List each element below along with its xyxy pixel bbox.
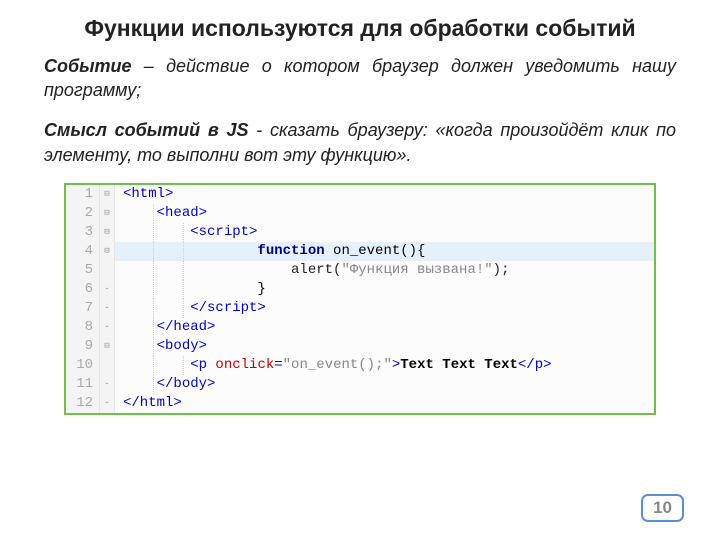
code-row: 1⊟<html> — [66, 185, 654, 204]
code-source: <p onclick="on_event();">Text Text Text<… — [115, 356, 654, 375]
code-source: alert("Функция вызвана!"); — [115, 261, 654, 280]
line-number: 2 — [66, 204, 100, 223]
line-number: 5 — [66, 261, 100, 280]
code-row: 5 alert("Функция вызвана!"); — [66, 261, 654, 280]
term-event: Событие — [44, 56, 132, 76]
code-source: </script​> — [115, 299, 654, 318]
code-row: 12-</html> — [66, 394, 654, 413]
code-row: 3⊟ <script> — [66, 223, 654, 242]
fold-marker: - — [100, 394, 115, 413]
line-number: 11 — [66, 375, 100, 394]
code-listing: 1⊟<html>2⊟ <head>3⊟ <script>4⊟ function … — [66, 185, 654, 413]
code-source: <head> — [115, 204, 654, 223]
code-row: 10 <p onclick="on_event();">Text Text Te… — [66, 356, 654, 375]
line-number: 4 — [66, 242, 100, 261]
fold-marker — [100, 356, 115, 375]
code-source: </body> — [115, 375, 654, 394]
line-number: 6 — [66, 280, 100, 299]
code-row: 8- </head> — [66, 318, 654, 337]
paragraph-event-definition: Событие – действие о котором браузер дол… — [44, 54, 676, 103]
line-number: 8 — [66, 318, 100, 337]
fold-marker: ⊟ — [100, 204, 115, 223]
fold-marker: ⊟ — [100, 223, 115, 242]
code-source: <script> — [115, 223, 654, 242]
code-row: 4⊟ function on_event(){ — [66, 242, 654, 261]
line-number: 3 — [66, 223, 100, 242]
code-source: <html> — [115, 185, 654, 204]
page-number-badge: 10 — [641, 494, 684, 522]
lead-event-purpose: Смысл событий в JS — [44, 120, 249, 140]
fold-marker: - — [100, 280, 115, 299]
fold-marker: - — [100, 318, 115, 337]
line-number: 1 — [66, 185, 100, 204]
line-number: 9 — [66, 337, 100, 356]
fold-marker — [100, 261, 115, 280]
term-event-rest: – действие о котором браузер должен увед… — [44, 56, 676, 100]
code-example-box: 1⊟<html>2⊟ <head>3⊟ <script>4⊟ function … — [64, 183, 656, 415]
fold-marker: ⊟ — [100, 337, 115, 356]
fold-marker: - — [100, 375, 115, 394]
slide-title: Функции используются для обработки событ… — [44, 14, 676, 44]
line-number: 7 — [66, 299, 100, 318]
code-row: 6- } — [66, 280, 654, 299]
code-row: 7- </script​> — [66, 299, 654, 318]
paragraph-event-purpose: Смысл событий в JS - сказать браузеру: «… — [44, 118, 676, 167]
fold-marker: - — [100, 299, 115, 318]
code-row: 9⊟ <body> — [66, 337, 654, 356]
code-source: function on_event(){ — [115, 242, 654, 261]
fold-marker: ⊟ — [100, 185, 115, 204]
code-source: </head> — [115, 318, 654, 337]
code-row: 2⊟ <head> — [66, 204, 654, 223]
code-source: <body> — [115, 337, 654, 356]
line-number: 10 — [66, 356, 100, 375]
line-number: 12 — [66, 394, 100, 413]
code-source: </html> — [115, 394, 654, 413]
code-row: 11- </body> — [66, 375, 654, 394]
fold-marker: ⊟ — [100, 242, 115, 261]
code-source: } — [115, 280, 654, 299]
